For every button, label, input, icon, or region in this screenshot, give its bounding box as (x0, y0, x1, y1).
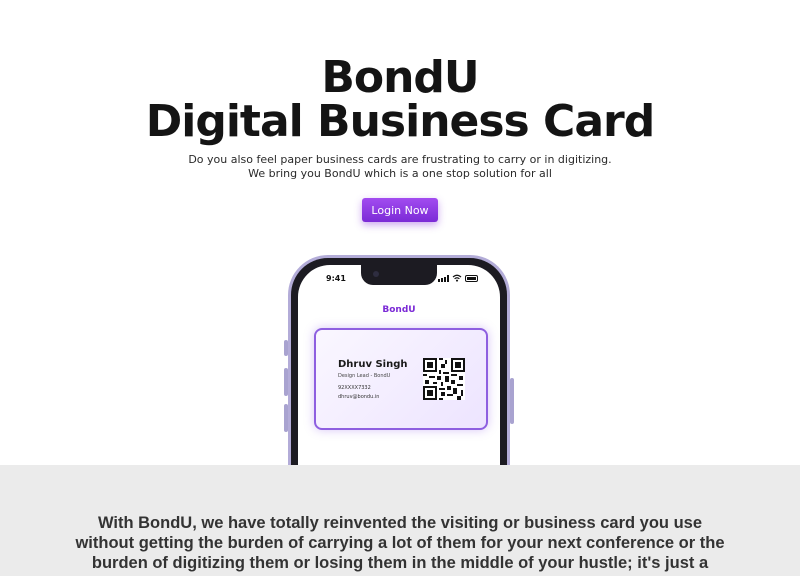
phone-silent-switch (284, 340, 288, 356)
app-brand-name: BondU (382, 305, 416, 315)
hero-subtitle-line-2: We bring you BondU which is a one stop s… (248, 167, 552, 180)
phone-volume-down (284, 404, 288, 432)
about-paragraph: With BondU, we have totally reinvented t… (75, 514, 725, 572)
about-section: With BondU, we have totally reinvented t… (0, 465, 800, 576)
hero-subtitle-line-1: Do you also feel paper business cards ar… (188, 153, 612, 166)
phone-mockup: 9:41 BondU Dhruv Singh Design Lead - Bon… (284, 255, 514, 495)
business-card[interactable]: Dhruv Singh Design Lead - BondU 92XXXX73… (314, 328, 488, 430)
card-role: Design Lead - BondU (338, 373, 391, 379)
wifi-icon (452, 274, 462, 282)
hero-title: Digital Business Card (145, 96, 655, 147)
phone-screen: 9:41 BondU Dhruv Singh Design Lead - Bon… (298, 265, 500, 495)
login-now-button[interactable]: Login Now (362, 198, 438, 222)
phone-power-button (510, 378, 514, 424)
camera-icon (373, 271, 379, 277)
signal-icon (438, 274, 449, 282)
card-email: dhruv@bondu.in (338, 394, 380, 400)
phone-volume-up (284, 368, 288, 396)
phone-notch (361, 265, 437, 285)
qr-code-icon (423, 358, 465, 400)
card-phone: 92XXXX7332 (338, 385, 371, 391)
battery-icon (465, 274, 478, 282)
hero-section: BondU Digital Business Card Do you also … (0, 0, 800, 495)
status-time: 9:41 (326, 274, 346, 283)
card-name: Dhruv Singh (338, 359, 408, 370)
status-icons (438, 274, 478, 282)
